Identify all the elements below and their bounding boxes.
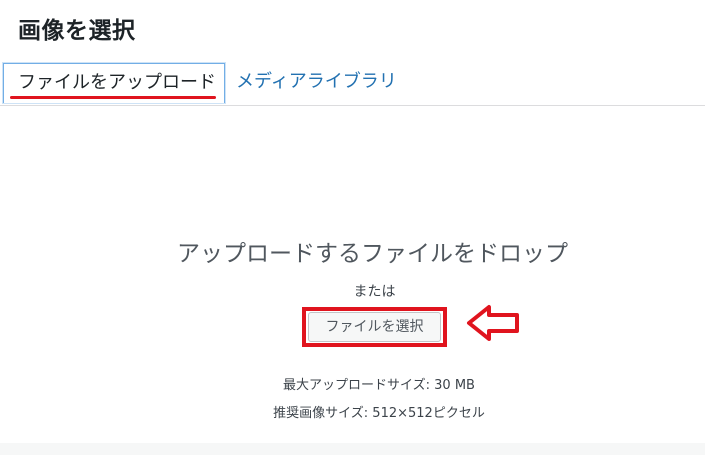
tab-media-library[interactable]: メディアライブラリ	[236, 63, 397, 103]
or-label: または	[353, 284, 396, 300]
drop-instructions: アップロードするファイルをドロップ	[177, 241, 568, 267]
recommended-image-size: 推奨画像サイズ: 512×512ピクセル	[273, 406, 485, 421]
footer-band	[0, 443, 705, 455]
page-title: 画像を選択	[18, 18, 136, 44]
max-upload-size: 最大アップロードサイズ: 30 MB	[283, 378, 475, 393]
select-files-button[interactable]: ファイルを選択	[308, 312, 441, 342]
red-underline-annotation	[10, 96, 216, 99]
left-arrow-outline-icon	[467, 305, 519, 341]
